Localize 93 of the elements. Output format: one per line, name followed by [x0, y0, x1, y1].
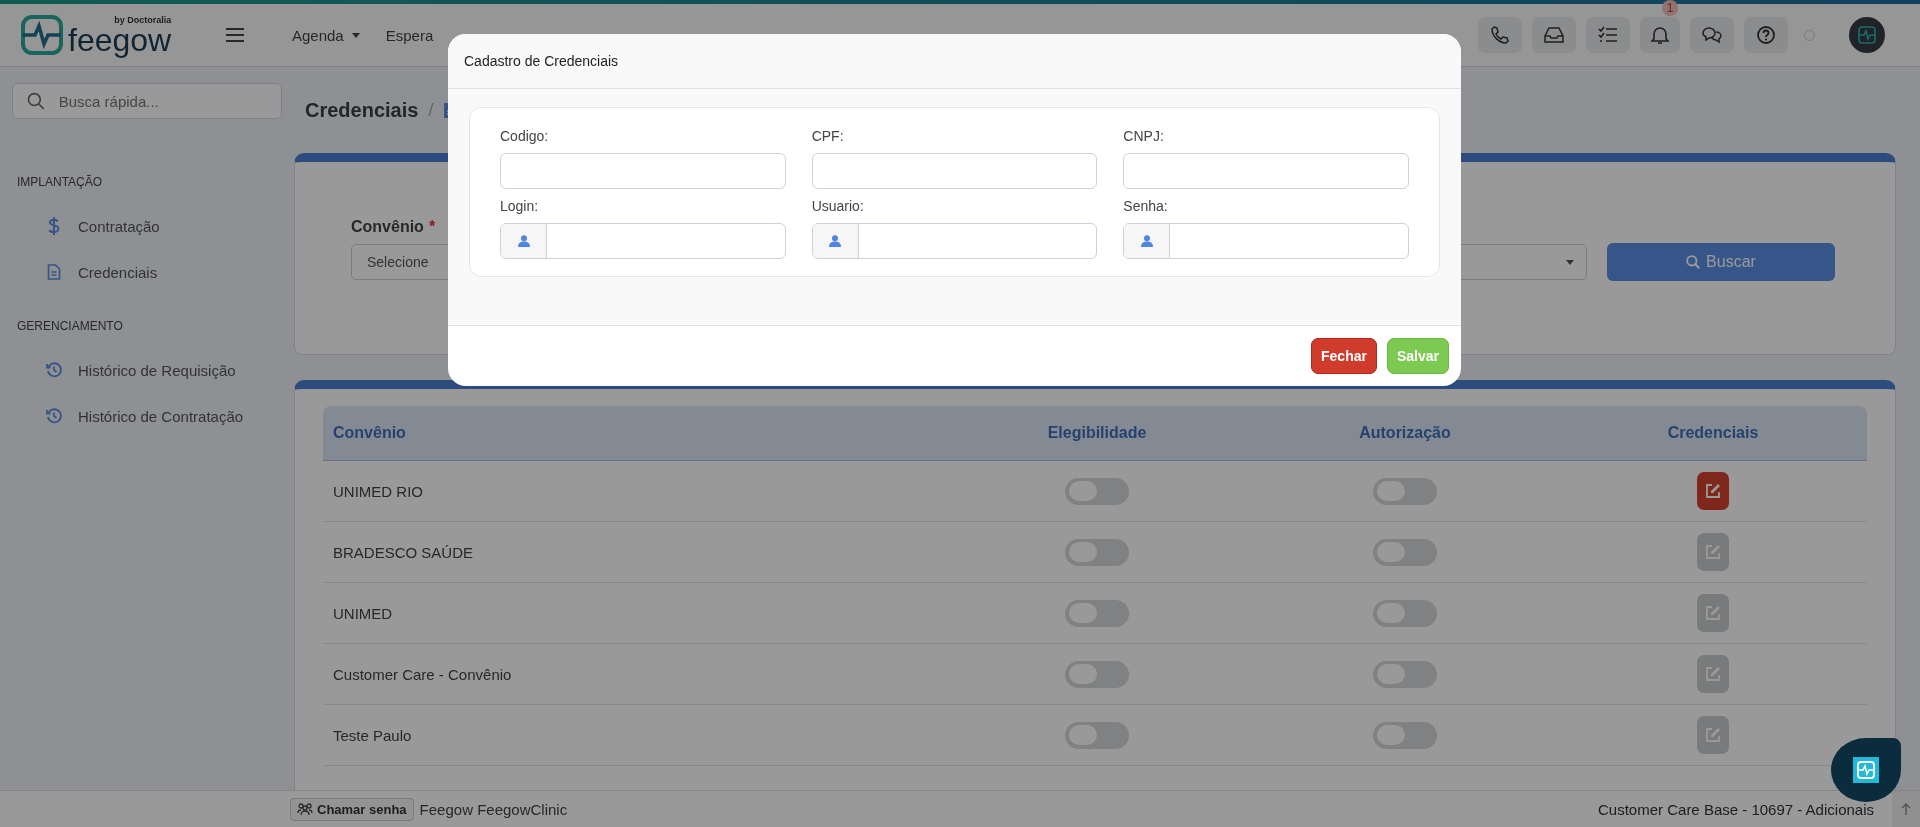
app-name: Feegow FeegowClinic [419, 800, 568, 818]
phone-icon [1490, 25, 1510, 45]
sidebar-section-title: IMPLANTAÇÃO [17, 175, 104, 189]
column-header: Autorização [1358, 423, 1452, 443]
search-field[interactable]: Busca rápida... [12, 83, 282, 119]
search-button[interactable]: Buscar [1607, 243, 1835, 281]
sidebar-item[interactable]: Credenciais [12, 249, 294, 295]
breadcrumb-separator: / [428, 99, 434, 121]
help-button[interactable] [1744, 17, 1788, 53]
notification-badge: 1 [1662, 0, 1678, 16]
column-header: Credenciais [1666, 423, 1760, 443]
sidebar-item[interactable]: Histórico de Contratação [12, 393, 294, 439]
caret-icon [351, 32, 360, 38]
eligibility-toggle[interactable] [1065, 660, 1129, 688]
document-icon [46, 264, 62, 280]
nav-link[interactable]: Espera [385, 26, 434, 44]
column-header: Elegibilidade [1046, 423, 1148, 443]
menu-icon[interactable] [226, 28, 244, 42]
input-group[interactable] [811, 223, 1098, 259]
caret-icon [1566, 259, 1574, 265]
history-icon [46, 362, 62, 378]
authorization-toggle[interactable] [1373, 721, 1437, 749]
input-group[interactable] [1123, 223, 1409, 259]
phone-button[interactable] [1478, 17, 1522, 53]
eligibility-toggle[interactable] [1065, 599, 1129, 627]
dialog-title: Cadastro de Credenciais [464, 53, 619, 69]
column-header: Convênio [332, 423, 407, 443]
eligibility-toggle[interactable] [1065, 538, 1129, 566]
text-field[interactable] [500, 153, 786, 189]
eligibility-toggle[interactable] [1065, 477, 1129, 505]
inbox-icon [1543, 26, 1565, 44]
user-avatar[interactable] [1849, 17, 1885, 53]
user-icon [517, 235, 530, 247]
field-label: Codigo: [500, 127, 550, 146]
edit-icon [1705, 605, 1721, 621]
authorization-toggle[interactable] [1373, 477, 1437, 505]
text-field[interactable] [1123, 153, 1409, 189]
task-list-button[interactable] [1586, 17, 1630, 53]
sidebar-section-title: GERENCIAMENTO [17, 319, 124, 333]
field-label: Convênio [351, 218, 424, 236]
sidebar-item[interactable]: Histórico de Requisição [12, 347, 294, 393]
sidebar-item[interactable]: Contratação [12, 203, 294, 249]
edit-icon [1705, 483, 1721, 499]
search-icon [27, 92, 45, 110]
checklist-icon [1598, 26, 1618, 44]
edit-button[interactable] [1697, 716, 1729, 754]
field-label: Login: [500, 197, 540, 216]
authorization-toggle[interactable] [1373, 538, 1437, 566]
search-input[interactable]: Busca rápida... [56, 91, 267, 111]
pulse-icon [1853, 757, 1879, 783]
user-icon [829, 235, 842, 247]
edit-icon [1705, 666, 1721, 682]
logo-icon [20, 14, 64, 56]
chat-icon [1701, 26, 1723, 44]
call-button[interactable]: Chamar senha [290, 797, 414, 821]
chat-button[interactable] [1690, 17, 1734, 53]
table-cell: Teste Paulo [333, 726, 412, 744]
nav-link[interactable]: Agenda [292, 26, 360, 44]
people-icon [297, 803, 313, 815]
input-group[interactable] [500, 223, 786, 259]
inbox-button[interactable] [1532, 17, 1576, 53]
edit-button[interactable] [1697, 655, 1729, 693]
field-label: CNPJ: [1123, 127, 1165, 146]
table-cell: UNIMED [333, 604, 393, 622]
search-icon [1686, 255, 1701, 269]
edit-button[interactable] [1697, 472, 1729, 510]
edit-button[interactable] [1697, 533, 1729, 571]
account-name: Customer Care Base - 10697 - Adicionais [1598, 800, 1874, 818]
help-icon [1756, 25, 1776, 45]
page-title: Credenciais [305, 98, 419, 122]
table-cell: UNIMED RIO [333, 482, 423, 500]
text-field[interactable] [811, 153, 1098, 189]
edit-icon [1705, 544, 1721, 560]
edit-icon [1705, 727, 1721, 743]
bell-icon [1651, 25, 1669, 45]
field-label: Senha: [1123, 197, 1169, 216]
field-label: Usuario: [811, 197, 865, 216]
user-icon [1140, 235, 1153, 247]
eligibility-toggle[interactable] [1065, 721, 1129, 749]
scroll-top-button[interactable] [1892, 791, 1920, 827]
logo-byline: by Doctoralia [114, 15, 172, 25]
notifications-button[interactable] [1640, 17, 1680, 53]
field-label: CPF: [811, 127, 845, 146]
required-mark: * [428, 218, 436, 236]
authorization-toggle[interactable] [1373, 599, 1437, 627]
arrow-up-icon [1901, 803, 1911, 815]
table-cell: Customer Care - Convênio [333, 665, 512, 683]
dollar-icon [46, 217, 62, 235]
close-button[interactable]: Fechar [1311, 338, 1377, 374]
authorization-toggle[interactable] [1373, 660, 1437, 688]
history-icon [46, 408, 62, 424]
edit-button[interactable] [1697, 594, 1729, 632]
table-cell: BRADESCO SAÚDE [333, 543, 474, 561]
